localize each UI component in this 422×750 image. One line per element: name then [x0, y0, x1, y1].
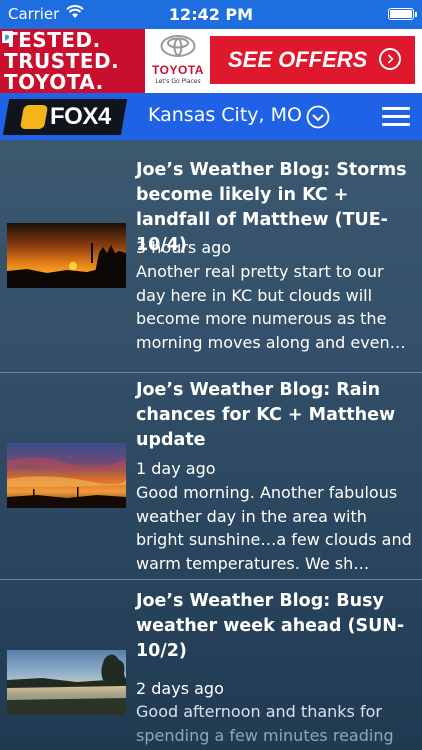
- ad-slogan-panel: TESTED. TRUSTED. TOYOTA.: [0, 29, 145, 93]
- chevron-right-circle-icon: [379, 48, 401, 70]
- ad-banner[interactable]: TESTED. TRUSTED. TOYOTA. TOYOTA Let's Go…: [0, 29, 422, 93]
- see-offers-label: SEE OFFERS: [228, 47, 368, 72]
- status-bar: Carrier 12:42 PM: [0, 0, 422, 29]
- article-timestamp: 2 days ago: [136, 679, 224, 698]
- article-snippet-line: spending a few minutes reading: [136, 725, 394, 745]
- ad-brand-name: TOYOTA: [152, 63, 204, 77]
- clock-time: 12:42 PM: [168, 5, 254, 24]
- article-thumbnail: [7, 223, 126, 288]
- logo-text: FOX4: [50, 103, 111, 130]
- article-title[interactable]: Joe’s Weather Blog: Rain chances for KC …: [136, 378, 416, 453]
- location-selector[interactable]: Kansas City, MO: [148, 104, 302, 126]
- fox-badge-icon: [19, 105, 49, 129]
- ad-brand-tagline: Let's Go Places: [155, 78, 201, 85]
- chevron-down-circle-icon[interactable]: [306, 105, 330, 129]
- ad-brand-logo: TOYOTA Let's Go Places: [148, 33, 208, 89]
- article-timestamp: 1 day ago: [136, 459, 216, 478]
- top-nav-bar: FOX4 Kansas City, MO: [0, 93, 422, 140]
- list-item[interactable]: Joe’s Weather Blog: Rain chances for KC …: [0, 373, 422, 579]
- article-snippet-line: Good afternoon and thanks for: [136, 702, 382, 721]
- list-item[interactable]: Joe’s Weather Blog: Busy weather week ah…: [0, 580, 422, 750]
- fox4-logo[interactable]: FOX4: [2, 99, 128, 135]
- battery-full-icon: [388, 8, 417, 20]
- article-title[interactable]: Joe’s Weather Blog: Busy weather week ah…: [136, 589, 416, 664]
- article-snippet: Good afternoon and thanks for spending a…: [136, 700, 416, 747]
- hamburger-menu-icon[interactable]: [382, 107, 410, 127]
- article-snippet: Good morning. Another fabulous weather d…: [136, 483, 412, 573]
- article-thumbnail: [7, 443, 126, 508]
- article-thumbnail: [7, 650, 126, 715]
- article-snippet: Another real pretty start to our day her…: [136, 262, 406, 352]
- see-offers-button[interactable]: SEE OFFERS: [210, 36, 415, 84]
- toyota-emblem-icon: [160, 35, 196, 57]
- ad-slogan-line: TOYOTA.: [4, 70, 104, 93]
- ad-slogan-line: TRUSTED.: [4, 49, 120, 73]
- list-item[interactable]: Joe’s Weather Blog: Storms become likely…: [0, 140, 422, 372]
- article-timestamp: 3 hours ago: [136, 238, 232, 257]
- ad-slogan-line: TESTED.: [4, 29, 101, 52]
